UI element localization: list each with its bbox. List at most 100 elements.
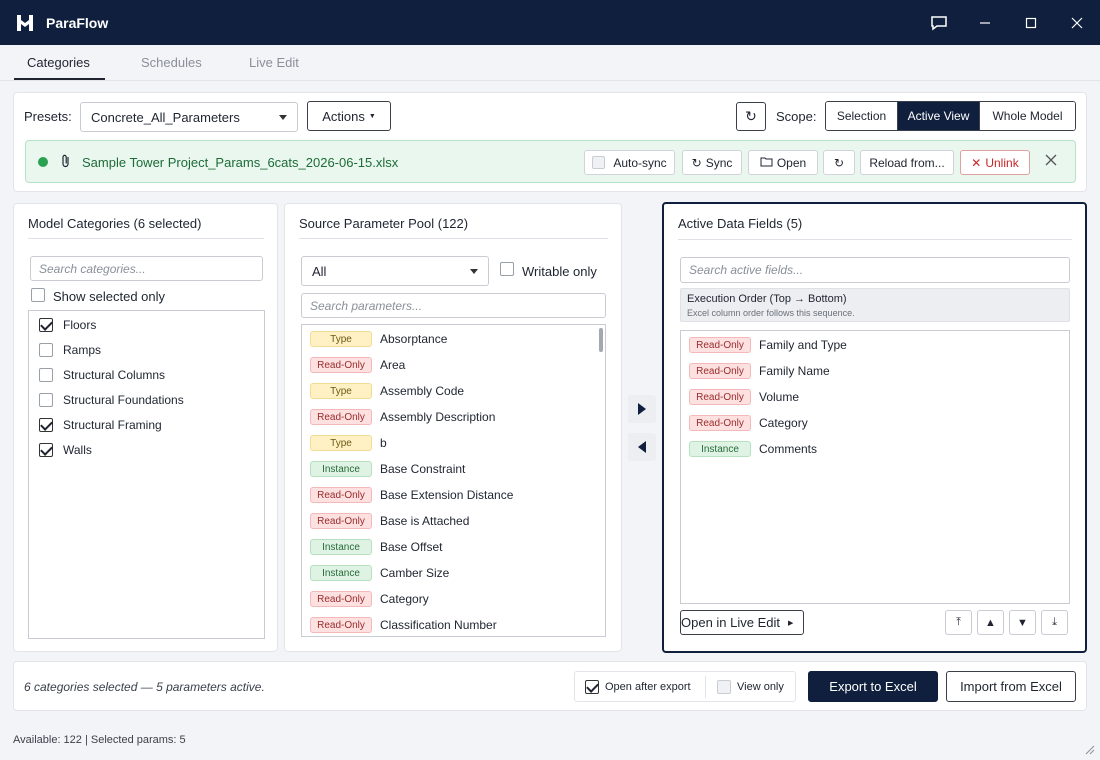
unlink-label: Unlink	[985, 155, 1019, 170]
linked-file-name[interactable]: Sample Tower Project_Params_6cats_2026-0…	[82, 155, 398, 170]
move-to-bottom-button[interactable]: ⤓	[1041, 610, 1068, 635]
categories-list: Floors Ramps Structural Columns Structur…	[28, 310, 265, 639]
export-options-group: Open after export View only	[574, 671, 796, 702]
category-label: Floors	[63, 318, 97, 332]
list-item[interactable]: Read-Only Classification Number	[302, 612, 605, 636]
arrow-up-icon: ▲	[985, 616, 996, 629]
list-item[interactable]: Instance Comments	[681, 436, 1069, 462]
param-name: Comments	[759, 442, 818, 456]
unlink-button[interactable]: ✕ Unlink	[960, 150, 1030, 175]
param-name: Category	[380, 592, 429, 606]
scrollbar-thumb[interactable]	[599, 328, 603, 352]
category-checkbox[interactable]	[39, 318, 53, 332]
actions-button[interactable]: Actions ▼	[307, 101, 391, 131]
resize-grip-icon[interactable]	[1083, 743, 1095, 758]
category-checkbox[interactable]	[39, 418, 53, 432]
scope-selection[interactable]: Selection	[826, 102, 898, 130]
close-icon[interactable]	[1054, 0, 1100, 45]
list-item[interactable]: Read-Only Base is Attached	[302, 508, 605, 534]
category-checkbox[interactable]	[39, 443, 53, 457]
order-subtitle: Excel column order follows this sequence…	[687, 308, 855, 318]
list-item[interactable]: Ramps	[29, 337, 264, 362]
paperclip-icon	[60, 154, 72, 171]
category-checkbox[interactable]	[39, 393, 53, 407]
export-to-excel-button[interactable]: Export to Excel	[808, 671, 938, 702]
active-fields-panel: Active Data Fields (5) Search active fie…	[662, 202, 1087, 653]
list-item[interactable]: Type b	[302, 430, 605, 456]
list-item[interactable]: Type Assembly Code	[302, 378, 605, 404]
categories-panel-title: Model Categories (6 selected)	[28, 216, 202, 231]
chevron-down-icon	[470, 269, 478, 274]
feedback-icon[interactable]	[916, 0, 962, 45]
param-type-badge: Read-Only	[310, 513, 372, 529]
move-down-button[interactable]: ▼	[1009, 610, 1036, 635]
list-item[interactable]: Structural Foundations	[29, 387, 264, 412]
scope-active-view[interactable]: Active View	[898, 102, 980, 130]
search-categories-input[interactable]: Search categories...	[30, 256, 263, 281]
title-bar: ParaFlow	[0, 0, 1100, 45]
add-to-active-button[interactable]	[628, 395, 656, 423]
presets-select[interactable]: Concrete_All_Parameters	[80, 102, 298, 132]
list-item[interactable]: Structural Framing	[29, 412, 264, 437]
refresh-button[interactable]: ↻	[736, 102, 766, 131]
list-item[interactable]: Read-Only Category	[681, 410, 1069, 436]
view-only-checkbox[interactable]	[717, 680, 731, 694]
list-item[interactable]: Structural Columns	[29, 362, 264, 387]
list-item[interactable]: Instance Base Constraint	[302, 456, 605, 482]
param-type-badge: Instance	[689, 441, 751, 457]
list-item[interactable]: Read-Only Base Extension Distance	[302, 482, 605, 508]
remove-from-active-button[interactable]	[628, 433, 656, 461]
dismiss-link-icon[interactable]	[1045, 154, 1059, 168]
param-type-badge: Type	[310, 383, 372, 399]
search-active-fields-input[interactable]: Search active fields...	[680, 257, 1070, 283]
pool-filter-select[interactable]: All	[301, 256, 489, 286]
export-to-excel-label: Export to Excel	[829, 679, 917, 694]
open-in-live-edit-button[interactable]: Open in Live Edit ▶	[680, 610, 804, 635]
list-item[interactable]: Type Absorptance	[302, 326, 605, 352]
show-selected-only-checkbox[interactable]	[31, 288, 45, 302]
open-file-button[interactable]: Open	[748, 150, 818, 175]
list-item[interactable]: Read-Only Family Name	[681, 358, 1069, 384]
param-name: Absorptance	[380, 332, 448, 346]
writable-only-checkbox[interactable]	[500, 262, 514, 276]
list-item[interactable]: Instance Camber Size	[302, 560, 605, 586]
list-item[interactable]: Read-Only Family and Type	[681, 332, 1069, 358]
sync-button[interactable]: ↻ Sync	[682, 150, 742, 175]
list-item[interactable]: Floors	[29, 312, 264, 337]
move-to-top-button[interactable]: ⤒	[945, 610, 972, 635]
show-selected-only-label: Show selected only	[53, 289, 166, 304]
scope-label: Scope:	[776, 109, 817, 124]
list-item[interactable]: Read-Only Area	[302, 352, 605, 378]
list-item[interactable]: Walls	[29, 437, 264, 462]
auto-sync-checkbox[interactable]	[592, 156, 606, 169]
reload-from-button[interactable]: Reload from...	[860, 150, 954, 175]
import-from-excel-label: Import from Excel	[960, 679, 1062, 694]
search-parameters-input[interactable]: Search parameters...	[301, 293, 606, 318]
category-label: Structural Foundations	[63, 393, 184, 407]
list-item[interactable]: Instance Base Offset	[302, 534, 605, 560]
param-name: Assembly Code	[380, 384, 465, 398]
folder-icon	[760, 156, 773, 170]
scope-whole-model[interactable]: Whole Model	[980, 102, 1075, 130]
list-item[interactable]: Read-Only Category	[302, 586, 605, 612]
tab-categories[interactable]: Categories	[27, 55, 90, 70]
tab-live-edit[interactable]: Live Edit	[249, 55, 299, 70]
caret-right-icon: ▶	[788, 619, 794, 627]
list-item[interactable]: Read-Only Volume	[681, 384, 1069, 410]
auto-sync-label: Auto-sync	[613, 155, 667, 170]
import-from-excel-button[interactable]: Import from Excel	[946, 671, 1076, 702]
maximize-icon[interactable]	[1008, 0, 1054, 45]
tab-schedules[interactable]: Schedules	[141, 55, 202, 70]
minimize-icon[interactable]	[962, 0, 1008, 45]
category-checkbox[interactable]	[39, 343, 53, 357]
active-panel-title: Active Data Fields (5)	[678, 216, 803, 231]
open-after-export-checkbox[interactable]	[585, 680, 599, 694]
param-type-badge: Read-Only	[310, 357, 372, 373]
refresh-link-button[interactable]: ↻	[823, 150, 855, 175]
list-item[interactable]: Read-Only Assembly Description	[302, 404, 605, 430]
arrow-left-icon	[638, 441, 646, 453]
auto-sync-toggle[interactable]: Auto-sync	[584, 150, 675, 175]
move-up-button[interactable]: ▲	[977, 610, 1004, 635]
category-checkbox[interactable]	[39, 368, 53, 382]
scope-toggle: Selection Active View Whole Model	[825, 101, 1076, 131]
